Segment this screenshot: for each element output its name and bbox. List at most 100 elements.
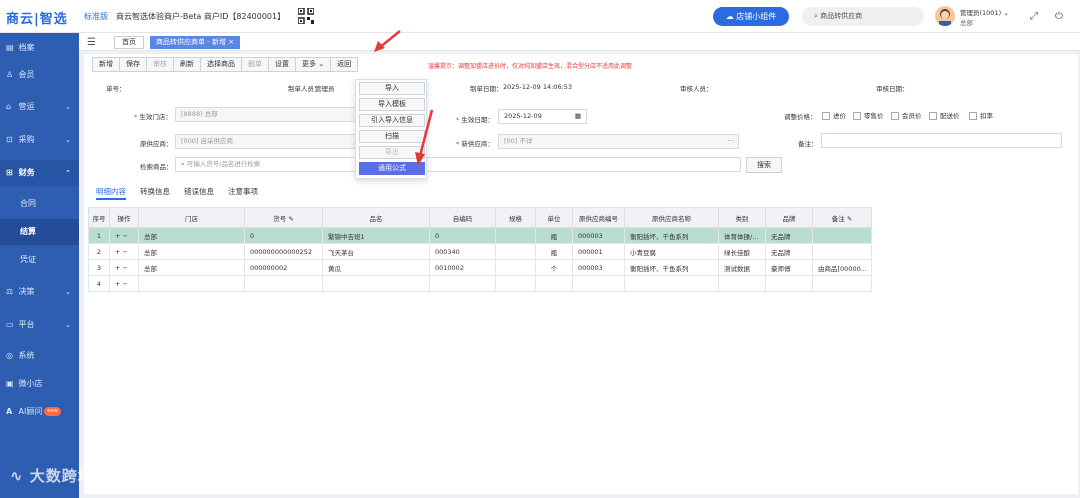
- tab-conversion[interactable]: 转换信息: [140, 186, 170, 200]
- table-row[interactable]: 1 + − 总部 0 繁锦中吉班1 0瓶 000003 衡阳插坏、千鱼系列 体育体操/..…: [88, 227, 872, 244]
- fullscreen-icon[interactable]: ⤢: [1030, 11, 1038, 22]
- new-supplier-field[interactable]: [00] 不详 ···: [498, 134, 739, 149]
- sidebar-item-decision[interactable]: ⚖ 决策 ⌄: [0, 279, 79, 305]
- check-purchase-price[interactable]: 进价: [822, 110, 846, 120]
- decision-icon: ⚖: [6, 287, 14, 296]
- sidebar-item-operation[interactable]: ⌂ 营运 ⌄: [0, 94, 79, 120]
- global-search-input[interactable]: ⌕ 商品转供应商: [802, 7, 924, 26]
- power-icon[interactable]: ⏻: [1055, 11, 1063, 22]
- edition-label: 标准版: [84, 12, 108, 21]
- remark-label: 备注：: [798, 140, 818, 148]
- save-button[interactable]: 保存: [119, 57, 147, 72]
- search-button[interactable]: 搜索: [746, 157, 782, 173]
- tab-detail[interactable]: 明细内容: [96, 186, 126, 200]
- remark-field[interactable]: [821, 133, 1062, 148]
- remind-label: 调整价格：: [784, 113, 817, 121]
- back-button[interactable]: 返回: [330, 57, 359, 72]
- app-logo: 商云|智选: [6, 12, 68, 27]
- chevron-up-icon: ⌃: [65, 169, 71, 177]
- settings-button[interactable]: 设置: [268, 57, 296, 72]
- sidebar-sub-voucher[interactable]: 凭证: [0, 247, 79, 273]
- tab-errors[interactable]: 错误信息: [184, 186, 214, 200]
- qr-code-icon[interactable]: [298, 8, 314, 24]
- sidebar-item-purchase[interactable]: ⊡ 采购 ⌄: [0, 127, 79, 153]
- col-spec: 规格: [495, 207, 536, 228]
- annotation-arrow-icon: [374, 30, 401, 52]
- merchant-info: 商云智选体验商户-Beta 商户ID【82400001】: [116, 12, 286, 21]
- col-no: 序号: [88, 207, 110, 228]
- chevron-down-icon: ⌄: [65, 288, 71, 296]
- cart-icon: ⊡: [6, 135, 13, 144]
- tab-notes[interactable]: 注意事项: [228, 186, 258, 200]
- detail-tabs: 明细内容 转换信息 错误信息 注意事项: [96, 186, 272, 200]
- store-field[interactable]: [8888] 总部: [175, 107, 357, 122]
- row-ops[interactable]: + −: [109, 243, 139, 260]
- store-widget-button[interactable]: ☁ 店铺小组件: [713, 7, 789, 26]
- sidebar-item-platform[interactable]: ▭ 平台 ⌄: [0, 312, 79, 338]
- check-discount-rate[interactable]: 扣率: [969, 110, 993, 120]
- check-member-price[interactable]: 会员价: [891, 110, 922, 120]
- cloud-icon: ☁: [725, 12, 737, 21]
- sidebar-item-member[interactable]: ♙ 会员: [0, 62, 79, 88]
- row-ops[interactable]: + −: [109, 275, 139, 292]
- warning-text: 温馨提示：调整加盟店进价时，仅对纯加盟店生效，混合型分店不适用此调整: [428, 63, 633, 70]
- tab-home[interactable]: 首页: [114, 36, 144, 49]
- sidebar-item-ai[interactable]: A AI顾问 new: [0, 399, 79, 425]
- make-date-label: 制单日期：: [470, 85, 503, 93]
- doc-no-label: 单号：: [106, 85, 126, 93]
- col-name: 品名: [322, 207, 430, 228]
- sidebar: ▤ 档案 ♙ 会员 ⌂ 营运 ⌄ ⊡ 采购 ⌄ ⊞ 财务 ⌃ 合同 结算 凭证 ⚖ 决…: [0, 33, 79, 498]
- row-ops[interactable]: + −: [109, 259, 139, 276]
- table-row[interactable]: 3 + − 总部 000000002 黄瓜 0010002 个 000003 衡阳插坏、千…: [88, 259, 872, 276]
- delete-doc-button[interactable]: 删单: [241, 57, 269, 72]
- sidebar-sub-settlement[interactable]: 结算: [0, 219, 79, 245]
- col-unit: 单位: [535, 207, 573, 228]
- menu-import[interactable]: 导入: [359, 82, 425, 95]
- store-icon: ⌂: [6, 102, 12, 111]
- detail-table: 序号 操作 门店 货号 ✎ 品名 自编码 规格 单位 原供应商编号 原供应商名称…: [88, 207, 872, 292]
- table-row[interactable]: 4 + −: [88, 275, 872, 292]
- search-goods-label: 检索商品：: [140, 163, 173, 171]
- check-retail-price[interactable]: 零售价: [853, 110, 884, 120]
- select-goods-button[interactable]: 选择商品: [200, 57, 242, 72]
- sidebar-item-finance[interactable]: ⊞ 财务 ⌃: [0, 160, 79, 186]
- archive-icon: ▤: [6, 43, 14, 52]
- col-ops: 操作: [109, 207, 139, 228]
- effective-date-label: * 生效日期：: [456, 116, 494, 124]
- col-store: 门店: [138, 207, 245, 228]
- sidebar-sub-contract[interactable]: 合同: [0, 191, 79, 217]
- table-row[interactable]: 2 + − 总部 000000000000252 飞天茅台 000340 瓶 00000…: [88, 243, 872, 260]
- orig-supplier-label: 原供应商：: [140, 140, 173, 148]
- effective-date-field[interactable]: 2025-12-09 ▦: [498, 109, 587, 124]
- review-button[interactable]: 审核: [146, 57, 174, 72]
- user-name[interactable]: 管理员(1001) ⌄: [960, 7, 1009, 17]
- sidebar-item-microshop[interactable]: ▣ 微小店: [0, 371, 79, 397]
- search-goods-input[interactable]: ⌕ 可输入货号/品名进行检索: [175, 157, 741, 172]
- col-supplier-name: 原供应商名称: [624, 207, 719, 228]
- chevron-down-icon: ⌄: [65, 136, 71, 144]
- sidebar-item-system[interactable]: ◎ 系统: [0, 343, 79, 369]
- more-button[interactable]: 更多 ⌄: [295, 57, 332, 72]
- col-remark: 备注 ✎: [812, 207, 872, 228]
- check-delivery-price[interactable]: 配送价: [929, 110, 960, 120]
- tab-current[interactable]: 商品转供应商单 - 新增 ×: [150, 36, 241, 49]
- reviewer-label: 审核人员：: [680, 85, 713, 93]
- col-self-code: 自编码: [429, 207, 496, 228]
- annotation-arrow-icon: [415, 109, 434, 166]
- close-icon[interactable]: ×: [228, 38, 234, 46]
- avatar[interactable]: [935, 6, 955, 26]
- edit-icon: ✎: [846, 214, 853, 223]
- new-supplier-label: * 新供应商：: [456, 140, 494, 148]
- maker-value: 管理员: [315, 85, 335, 93]
- row-ops[interactable]: + −: [109, 227, 139, 244]
- refresh-button[interactable]: 刷新: [173, 57, 201, 72]
- new-button[interactable]: 新增: [92, 57, 120, 72]
- sidebar-item-archive[interactable]: ▤ 档案: [0, 35, 79, 61]
- finance-icon: ⊞: [6, 168, 13, 177]
- more-icon: ···: [727, 137, 734, 145]
- col-category: 类别: [718, 207, 766, 228]
- menu-toggle-icon[interactable]: ☰: [87, 37, 96, 48]
- table-header-row: 序号 操作 门店 货号 ✎ 品名 自编码 规格 单位 原供应商编号 原供应商名称…: [88, 207, 872, 228]
- user-org: 总部: [960, 19, 973, 27]
- orig-supplier-field[interactable]: [000] 自采供应商: [175, 134, 357, 149]
